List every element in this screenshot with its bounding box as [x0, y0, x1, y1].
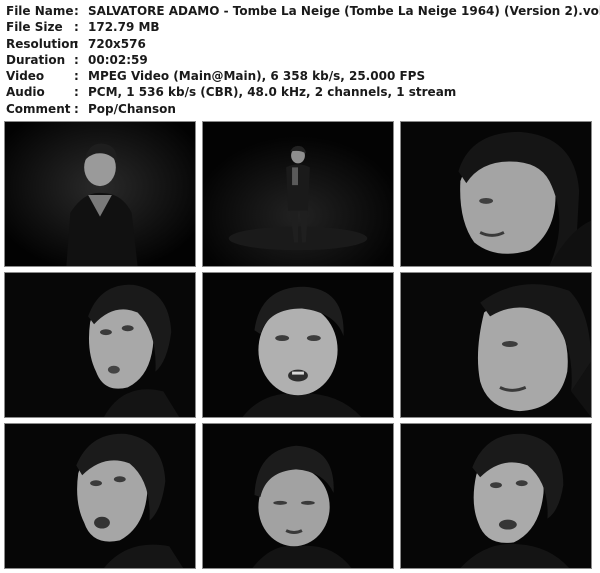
thumbnail-grid: [4, 121, 592, 569]
thumbnail-frame-image: [401, 424, 591, 568]
info-key: File Name: [6, 4, 74, 18]
info-row-file-size: File Size : 172.79 MB: [6, 19, 600, 35]
video-thumbnail-3: [400, 121, 592, 267]
info-row-comment: Comment : Pop/Chanson: [6, 101, 600, 117]
info-value-video: MPEG Video (Main@Main), 6 358 kb/s, 25.0…: [88, 69, 426, 84]
video-thumbnail-1: [4, 121, 196, 267]
thumbnail-frame-image: [203, 273, 393, 417]
info-row-audio: Audio : PCM, 1 536 kb/s (CBR), 48.0 kHz,…: [6, 84, 600, 100]
video-thumbnail-4: [4, 272, 196, 418]
info-value-audio: PCM, 1 536 kb/s (CBR), 48.0 kHz, 2 chann…: [88, 85, 457, 100]
thumbnail-frame-image: [5, 273, 195, 417]
info-separator: :: [74, 36, 79, 51]
info-value-file-name: SALVATORE ADAMO - Tombe La Neige (Tombe …: [88, 4, 600, 18]
thumbnail-frame-image: [401, 122, 591, 266]
info-separator: :: [74, 85, 79, 100]
video-thumbnail-5: [202, 272, 394, 418]
info-row-file-name: File Name : SALVATORE ADAMO - Tombe La N…: [6, 3, 600, 19]
info-separator: :: [74, 52, 79, 67]
info-separator: :: [74, 69, 79, 84]
video-thumbnail-2: [202, 121, 394, 267]
info-value-file-size: 172.79 MB: [88, 20, 160, 35]
info-key: Comment: [6, 101, 71, 116]
thumbnail-frame-image: [5, 424, 195, 568]
video-thumbnail-9: [400, 423, 592, 569]
info-separator: :: [74, 20, 79, 35]
info-row-video: Video : MPEG Video (Main@Main), 6 358 kb…: [6, 68, 600, 84]
video-thumbnail-8: [202, 423, 394, 569]
video-thumbnail-7: [4, 423, 196, 569]
info-separator: :: [74, 4, 79, 18]
info-key: Duration: [6, 52, 66, 67]
info-separator: :: [74, 101, 79, 116]
info-key: Audio: [6, 85, 45, 100]
info-value-resolution: 720x576: [88, 36, 146, 51]
thumbnail-frame-image: [203, 122, 393, 266]
info-value-comment: Pop/Chanson: [88, 101, 176, 116]
info-key: Video: [6, 69, 45, 84]
video-thumbnail-6: [400, 272, 592, 418]
info-row-resolution: Resolution : 720x576: [6, 36, 600, 52]
file-info-panel: File Name : SALVATORE ADAMO - Tombe La N…: [6, 3, 600, 117]
thumbnail-frame-image: [5, 122, 195, 266]
info-key: Resolution: [6, 36, 79, 51]
info-row-duration: Duration : 00:02:59: [6, 52, 600, 68]
thumbnail-frame-image: [401, 273, 591, 417]
info-value-duration: 00:02:59: [88, 52, 148, 67]
thumbnail-frame-image: [203, 424, 393, 568]
info-key: File Size: [6, 20, 63, 35]
